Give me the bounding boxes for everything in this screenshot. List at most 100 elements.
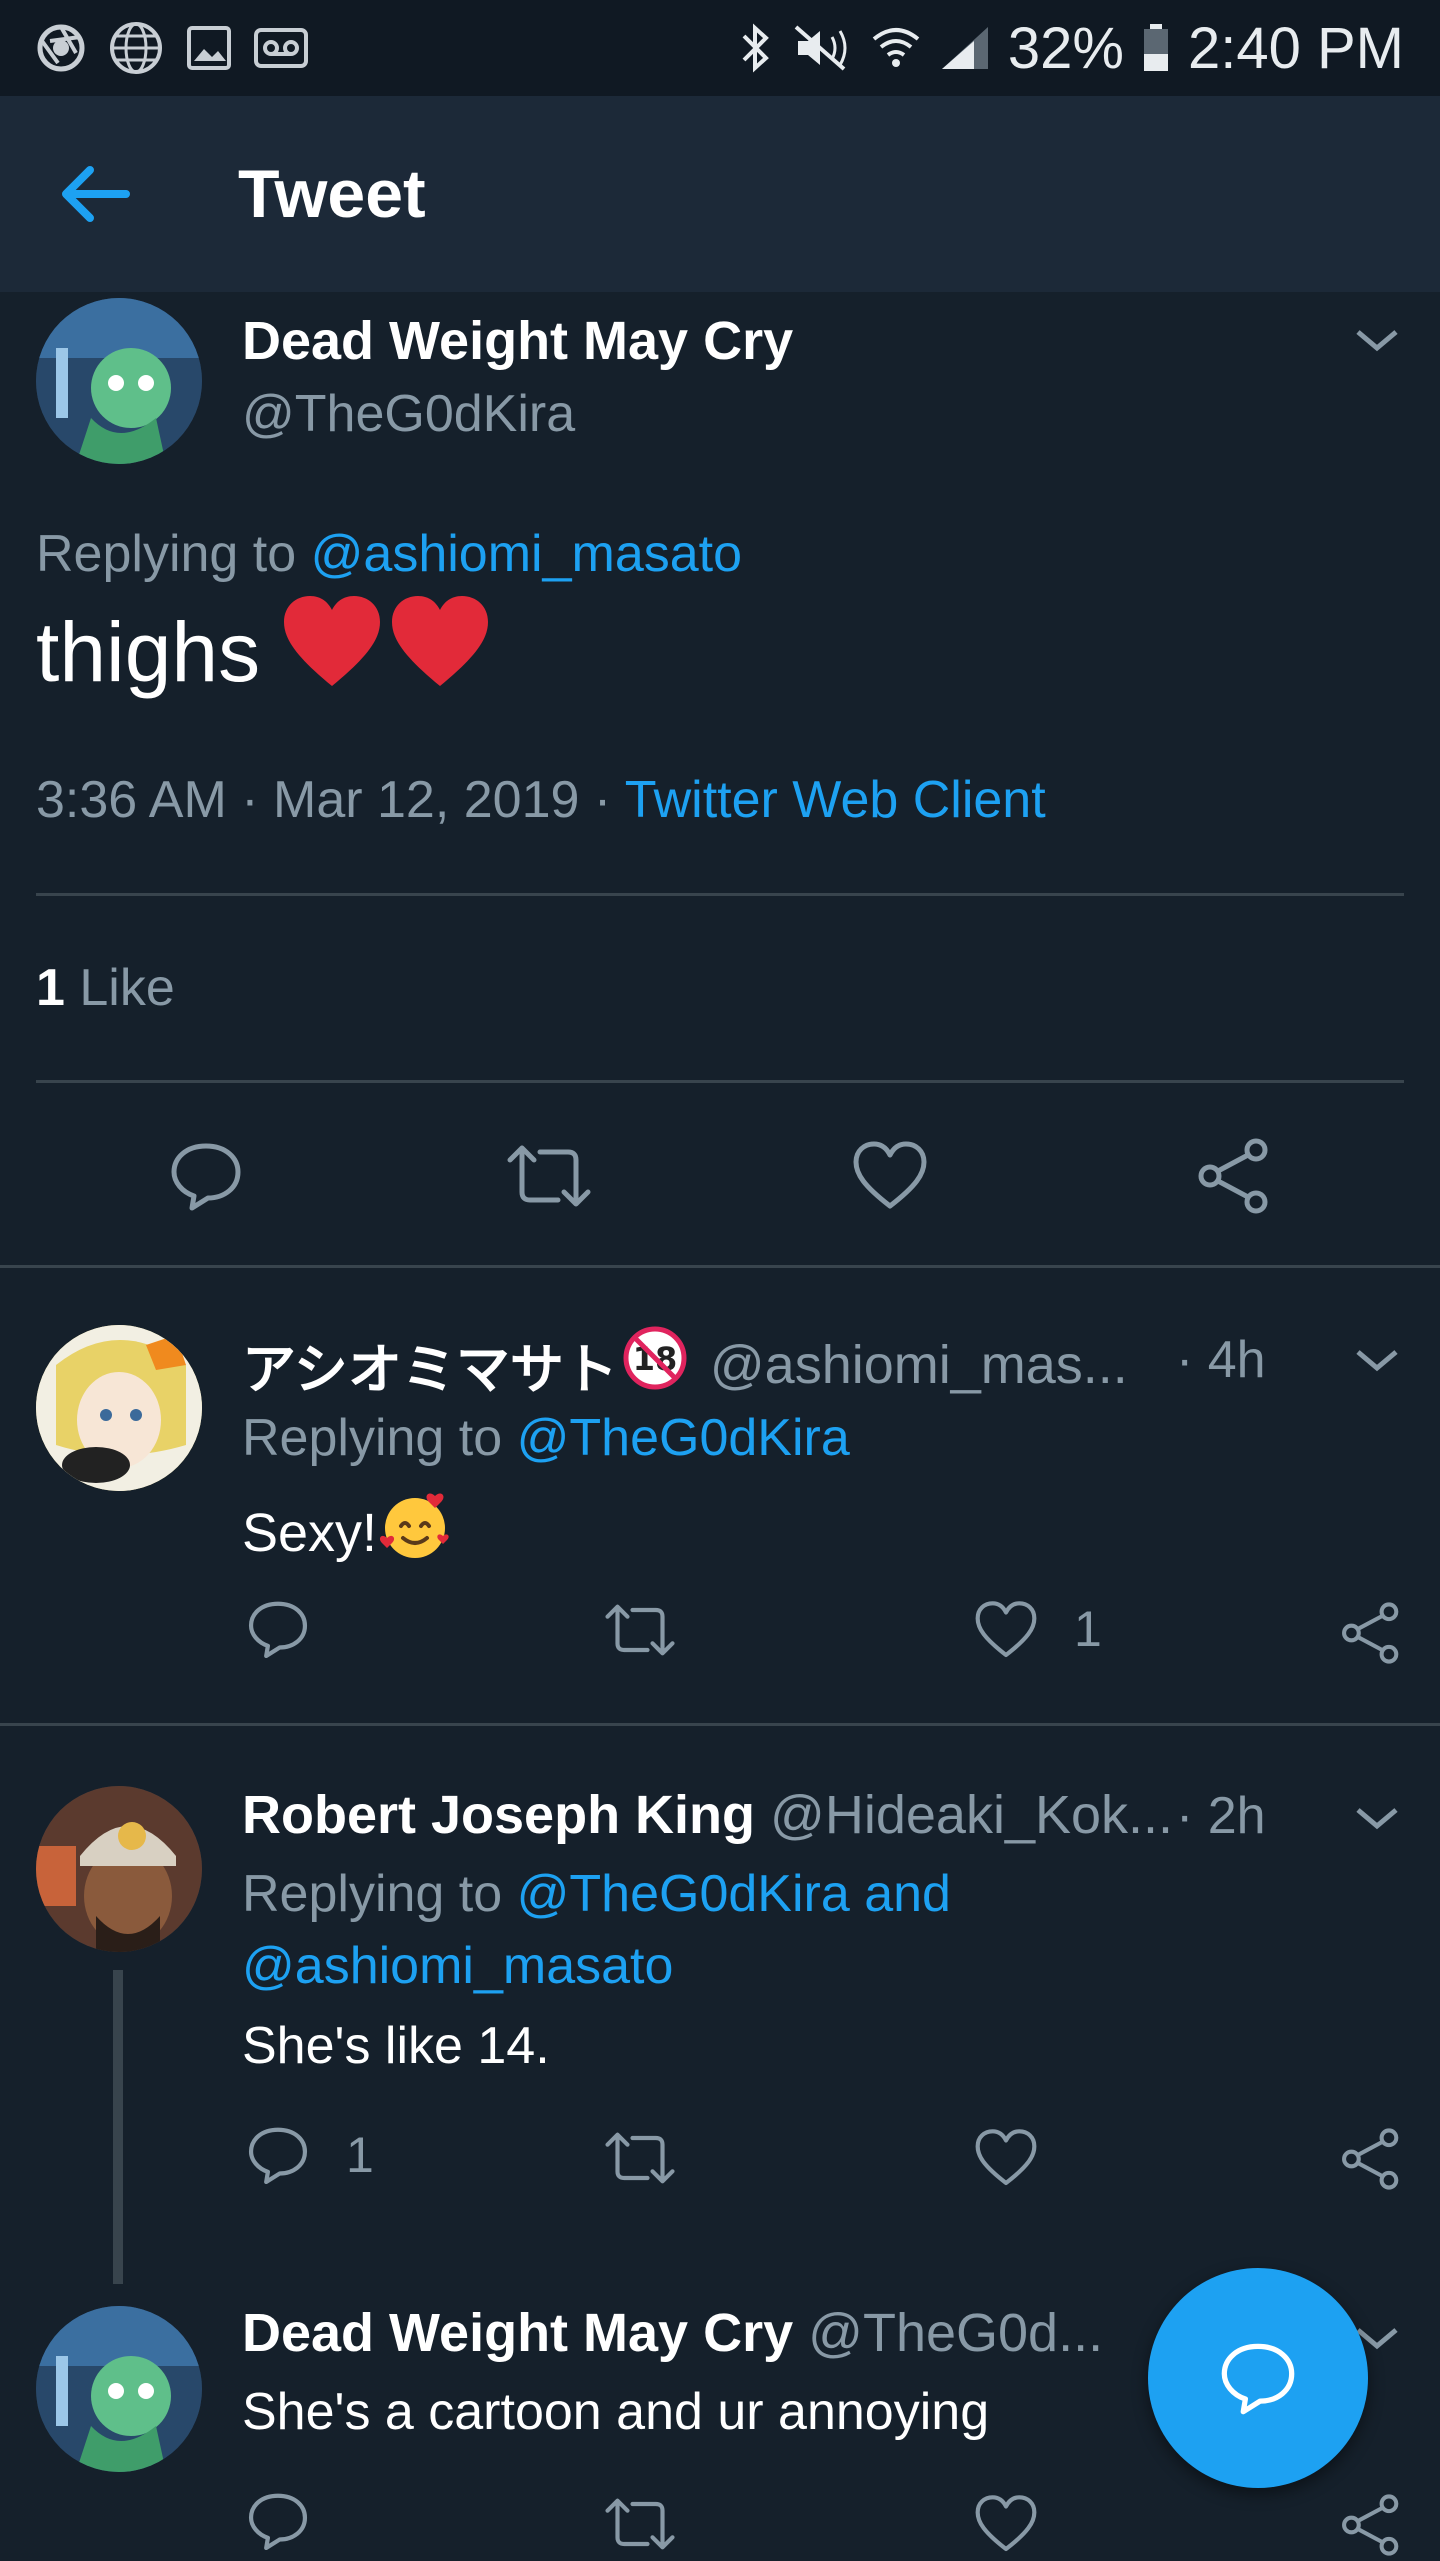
- avatar[interactable]: [36, 2306, 202, 2472]
- replying-prefix: Replying to: [36, 525, 297, 583]
- share-icon: [1198, 1138, 1268, 1214]
- voicemail-icon: [254, 28, 308, 68]
- retweet-button[interactable]: [604, 2494, 676, 2559]
- image-icon: [186, 25, 232, 71]
- heart-icon: [975, 2129, 1037, 2186]
- heart-icon: [853, 1141, 927, 1209]
- share-icon: [1342, 2128, 1399, 2190]
- share-icon: [1342, 2494, 1399, 2556]
- mute-icon: [792, 23, 852, 73]
- reply-header: Dead Weight May Cry @TheG0d...: [242, 2302, 1103, 2364]
- tweet-options-button[interactable]: [1352, 320, 1402, 360]
- share-icon: [1342, 1602, 1399, 1664]
- retweet-icon: [605, 1604, 675, 1656]
- author-handle[interactable]: @TheG0d...: [808, 2303, 1103, 2363]
- share-button[interactable]: [1340, 1602, 1402, 1669]
- retweet-icon: [605, 2132, 675, 2184]
- tweet-date: Mar 12, 2019: [273, 771, 580, 829]
- reply-icon: [248, 2493, 308, 2551]
- retweet-button[interactable]: [506, 1140, 592, 1217]
- back-arrow-icon: [62, 166, 130, 222]
- tweet-options-button[interactable]: [1352, 1340, 1402, 1380]
- reply-button[interactable]: [246, 2490, 310, 2557]
- like-button[interactable]: [974, 2494, 1038, 2559]
- globe-icon: [108, 20, 164, 76]
- replying-to-link[interactable]: @ashiomi_masato: [311, 525, 742, 583]
- back-button[interactable]: [56, 158, 136, 230]
- share-button[interactable]: [1196, 1138, 1272, 1219]
- battery-icon: [1142, 24, 1170, 72]
- tweet-time: 3:36 AM: [36, 771, 227, 829]
- wifi-icon: [870, 23, 922, 73]
- reply-icon: [171, 1143, 241, 1211]
- replying-to-link[interactable]: @ashiomi_masato: [242, 1936, 673, 1996]
- retweet-icon: [605, 2498, 675, 2550]
- chrome-icon: [36, 23, 86, 73]
- no-under-18-icon: 18: [622, 1325, 688, 1404]
- battery-percent: 32%: [1007, 15, 1124, 81]
- reply-button[interactable]: [168, 1140, 244, 1217]
- app-bar: Tweet: [0, 96, 1440, 292]
- tweet-text: thighs: [36, 594, 492, 710]
- author-name[interactable]: Dead Weight May Cry: [242, 310, 793, 372]
- likes-summary[interactable]: 1 Like: [36, 958, 175, 1018]
- chevron-down-icon: [1356, 330, 1398, 352]
- page-title: Tweet: [238, 156, 426, 232]
- retweet-button[interactable]: [604, 2128, 676, 2193]
- share-button[interactable]: [1340, 2494, 1402, 2561]
- author-handle[interactable]: @Hideaki_Kok...: [770, 1785, 1173, 1845]
- bluetooth-icon: [738, 22, 774, 74]
- reply-icon: [248, 1601, 308, 1659]
- retweet-icon: [507, 1145, 591, 1207]
- reply-header: アシオミマサト 18 @ashiomi_mas...: [242, 1325, 1128, 1404]
- divider: [36, 893, 1404, 896]
- tweet-options-button[interactable]: [1352, 1798, 1402, 1838]
- retweet-button[interactable]: [604, 1600, 676, 1665]
- tweet-body: thighs: [36, 604, 261, 699]
- like-button[interactable]: [974, 2128, 1038, 2193]
- reply-header: Robert Joseph King @Hideaki_Kok...: [242, 1784, 1173, 1846]
- red-heart-icon: [280, 594, 384, 710]
- reply-count: 1: [346, 2127, 374, 2183]
- tweet-text: She's like 14.: [242, 2017, 550, 2075]
- tweet-age: · 4h: [1176, 1331, 1266, 1389]
- avatar[interactable]: [36, 1786, 202, 1952]
- divider: [0, 1265, 1440, 1268]
- heart-icon: [975, 1601, 1037, 1658]
- heart-icon: [975, 2495, 1037, 2552]
- share-button[interactable]: [1340, 2128, 1402, 2195]
- smiling-face-with-hearts-icon: [377, 1488, 453, 1577]
- author-name[interactable]: Dead Weight May Cry: [242, 2303, 793, 2363]
- signal-icon: [940, 25, 990, 71]
- like-button[interactable]: [974, 1600, 1038, 1665]
- author-handle[interactable]: @TheG0dKira: [242, 384, 575, 444]
- avatar[interactable]: [36, 298, 202, 464]
- reply-button[interactable]: [246, 2124, 310, 2191]
- tweet-age: · 2h: [1176, 1787, 1266, 1845]
- reply-button[interactable]: [246, 1598, 310, 1665]
- tweet-text: Sexy!: [242, 1488, 453, 1577]
- divider: [0, 1723, 1440, 1726]
- replying-to-line: Replying to @ashiomi_masato: [36, 524, 742, 584]
- author-name[interactable]: アシオミマサト: [242, 1325, 618, 1404]
- red-heart-icon: [388, 594, 492, 710]
- status-bar: 32% 2:40 PM: [0, 0, 1440, 96]
- chevron-down-icon: [1356, 1350, 1398, 1372]
- divider: [36, 1080, 1404, 1083]
- likes-count: 1: [36, 959, 65, 1017]
- like-button[interactable]: [852, 1140, 928, 1217]
- compose-reply-icon: [1221, 2343, 1295, 2415]
- tweet-source[interactable]: Twitter Web Client: [625, 771, 1046, 829]
- replying-to-line: Replying to @TheG0dKira: [242, 1409, 850, 1467]
- reply-icon: [248, 2127, 308, 2185]
- replying-to-line: Replying to @TheG0dKira and: [242, 1865, 951, 1923]
- author-handle[interactable]: @ashiomi_mas...: [710, 1334, 1128, 1396]
- status-time: 2:40 PM: [1188, 15, 1404, 81]
- avatar[interactable]: [36, 1325, 202, 1491]
- replying-to-link[interactable]: @TheG0dKira: [517, 1409, 850, 1467]
- replying-to-link[interactable]: @TheG0dKira and: [517, 1865, 951, 1923]
- tweet-text: She's a cartoon and ur annoying: [242, 2383, 990, 2441]
- compose-reply-button[interactable]: [1148, 2268, 1368, 2488]
- like-count: 1: [1074, 1601, 1102, 1657]
- author-name[interactable]: Robert Joseph King: [242, 1785, 755, 1845]
